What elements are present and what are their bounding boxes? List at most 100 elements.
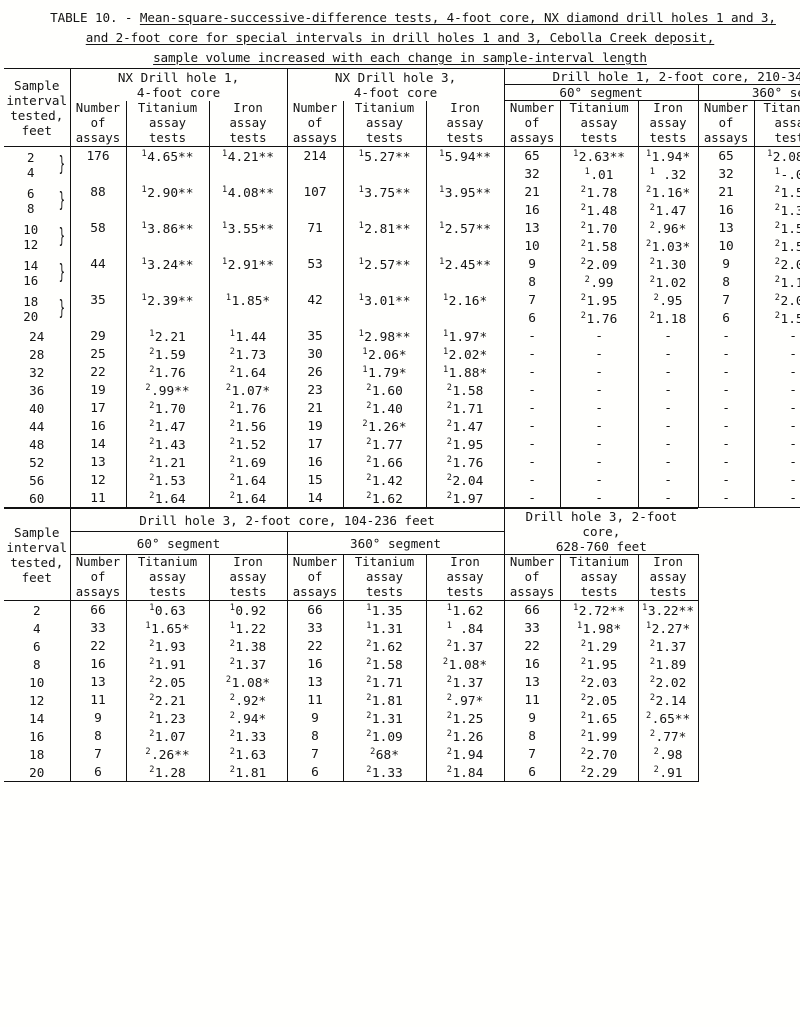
cell-nx3-titanium: 21.62 xyxy=(342,489,427,508)
footnote-marker: 2 xyxy=(446,491,452,501)
footnote-marker: 2 xyxy=(580,203,586,213)
cell-nx3-titanium-cont xyxy=(342,201,427,219)
cell-s360-iron: 1 .84 xyxy=(425,619,505,637)
footnote-marker: 2 xyxy=(649,693,656,703)
cell-nx1-titanium: 21.53 xyxy=(125,471,209,489)
cell-h3-titanium: 22.05 xyxy=(559,691,639,709)
cell-s60-iron: 2.96* xyxy=(637,219,699,237)
interval-start: 18 xyxy=(23,294,39,309)
cell-s360-titanium: 21.33 xyxy=(342,763,426,782)
footnote-marker: 2 xyxy=(649,729,656,739)
cell-s60-assays: 6 xyxy=(69,763,126,782)
cell-s60-iron: - xyxy=(637,471,699,489)
cell-s60-titanium: - xyxy=(559,399,639,417)
footnote-marker: 2 xyxy=(229,765,235,775)
cell-nx3-iron: 21.76 xyxy=(425,453,505,471)
col-header-assays-nx1: Number of assays xyxy=(69,100,126,147)
cell-s60-assays: 7 xyxy=(503,291,561,309)
cell-h3-iron: 12.27* xyxy=(637,619,699,637)
cell-s60-iron: 21.02 xyxy=(637,273,699,291)
table-row: 6 22 21.93 21.38 22 21.62 21.37 22 21.29 21.37 xyxy=(4,637,800,655)
cell-s60-titanium: - xyxy=(559,327,639,345)
cell-nx1-iron-cont xyxy=(208,273,288,291)
footnote-marker: 1 xyxy=(439,149,445,159)
footnote-marker: 2 xyxy=(774,275,780,285)
cell-nx3-assays: 21 xyxy=(286,399,344,417)
cell-s360-titanium: - xyxy=(753,327,800,345)
cell-s60-iron: 21.37 xyxy=(208,655,287,673)
footnote-marker: 1 xyxy=(149,329,155,339)
footnote-marker: 1 xyxy=(358,293,364,303)
cell-nx3-iron: 21.47 xyxy=(425,417,505,435)
footnote-marker: 2 xyxy=(229,729,235,739)
cell-nx3-assays: 26 xyxy=(286,363,344,381)
cell-s360-assays: 32 xyxy=(697,165,755,183)
cell-nx3-titanium: 12.57** xyxy=(342,255,427,273)
cell-nx1-assays-cont xyxy=(69,165,126,183)
cell-nx3-titanium: 21.66 xyxy=(342,453,427,471)
cell-s360-iron: 21.84 xyxy=(425,763,505,782)
footnote-marker: 1 xyxy=(362,347,368,357)
cell-h3-titanium: 22.29 xyxy=(559,763,639,782)
footnote-marker: 2 xyxy=(645,711,652,721)
cell-nx1-assays: 16 xyxy=(69,417,126,435)
cell-nx3-assays-cont xyxy=(286,165,344,183)
cell-s60-assays: 16 xyxy=(69,655,126,673)
col-header-assays-t2-h3: Number of assays xyxy=(503,554,561,601)
footnote-marker: 2 xyxy=(442,657,449,667)
table-row: 14 9 21.23 2.94* 9 21.31 21.25 9 21.65 2.65** xyxy=(4,709,800,727)
cell-nx3-titanium-cont xyxy=(342,165,427,183)
footnote-marker: 2 xyxy=(366,675,372,685)
cell-s360-assays: - xyxy=(697,453,755,471)
cell-nx3-titanium: 15.27** xyxy=(342,146,427,165)
table-caption: TABLE 10. - Mean-square-successive-diffe… xyxy=(0,0,800,68)
cell-s360-assays: 65 xyxy=(697,146,755,165)
cell-nx3-titanium: 21.26* xyxy=(342,417,427,435)
table-row: 16 8 21.07 21.33 8 21.09 21.26 8 21.99 2.77* xyxy=(4,727,800,745)
cell-nx3-assays: 23 xyxy=(286,381,344,399)
cell-nx1-titanium: 2.99** xyxy=(125,381,209,399)
cell-h3-titanium: 22.70 xyxy=(559,745,639,763)
cell-nx1-iron: 21.76 xyxy=(208,399,288,417)
brace-icon: } xyxy=(58,225,65,249)
cell-s360-assays: 9 xyxy=(697,255,755,273)
col-header-iron-t2-h3: Iron assay tests xyxy=(637,554,699,601)
cell-s360-assays: 11 xyxy=(286,691,343,709)
footnote-marker: 2 xyxy=(649,257,655,267)
cell-s360-iron: 21.37 xyxy=(425,673,505,691)
footnote-marker: 2 xyxy=(649,275,655,285)
row-interval-label: 24 xyxy=(29,328,45,344)
footnote-marker: 1 xyxy=(145,621,151,631)
table-row: 2 4} 176 14.65** 14.21** 214 15.27** 15.94** 65 1… xyxy=(4,146,800,180)
cell-s360-assays: 66 xyxy=(286,600,343,619)
cell-s60-titanium: 21.76 xyxy=(559,309,639,327)
footnote-marker: 1 xyxy=(229,329,235,339)
footnote-marker: 2 xyxy=(366,729,372,739)
footnote-marker: 1 xyxy=(141,185,147,195)
footnote-marker: 2 xyxy=(580,729,586,739)
cell-s60-iron: 2.94* xyxy=(208,709,287,727)
cell-nx1-iron: 21.73 xyxy=(208,345,288,363)
cell-s60-iron: 21.08* xyxy=(208,673,287,691)
footnote-marker: 2 xyxy=(229,639,235,649)
row-interval-label: 16 xyxy=(29,728,45,744)
footnote-marker: 1 xyxy=(442,329,449,339)
col-header-titanium-s360: Titanium assay tests xyxy=(753,100,800,147)
cell-nx3-titanium: 12.81** xyxy=(342,219,427,237)
cell-nx1-iron: 12.91** xyxy=(208,255,288,273)
footnote-marker: 2 xyxy=(580,185,586,195)
footnote-marker: 1 xyxy=(141,221,147,231)
cell-s360-assays: 6 xyxy=(697,309,755,327)
cell-h3-iron: 21.89 xyxy=(637,655,699,673)
footnote-marker: 2 xyxy=(580,765,586,775)
cell-s360-titanium: 21.81 xyxy=(342,691,426,709)
row-interval-label: 10 xyxy=(29,674,45,690)
cell-nx1-titanium-cont xyxy=(125,201,209,219)
row-padding xyxy=(698,745,800,763)
cell-s60-assays: 32 xyxy=(503,165,561,183)
row-interval-label: 32 xyxy=(29,364,45,380)
cell-h3-titanium: 21.99 xyxy=(559,727,639,745)
footnote-marker: 2 xyxy=(149,437,155,447)
cell-s60-assays: 21 xyxy=(503,183,561,201)
table-row: 12 11 22.21 2.92* 11 21.81 2.97* 11 22.05 22.14 xyxy=(4,691,800,709)
